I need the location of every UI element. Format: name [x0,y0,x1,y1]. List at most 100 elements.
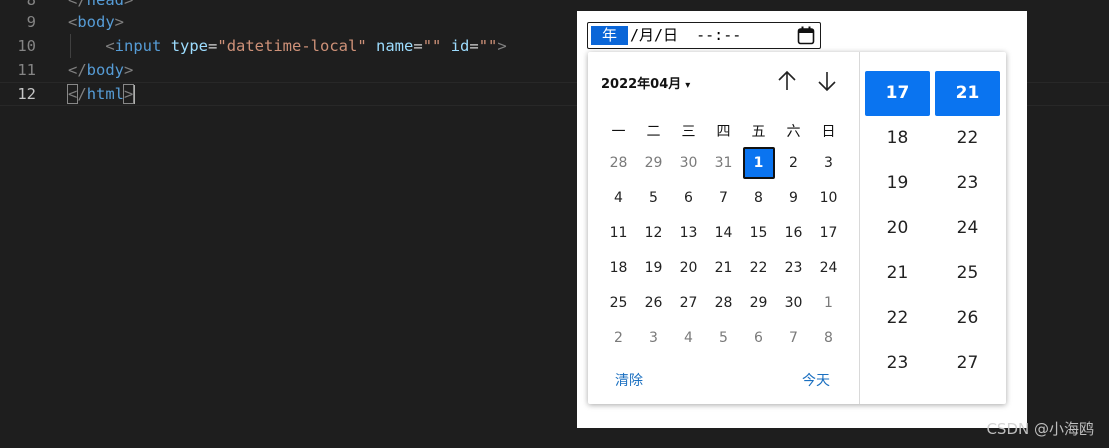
calendar-day[interactable]: 17 [813,217,845,249]
text-cursor [133,85,136,104]
calendar-day[interactable]: 2 [603,322,635,354]
calendar-day[interactable]: 26 [638,287,670,319]
calendar-day[interactable]: 1 [742,147,775,179]
calendar-day[interactable]: 24 [813,252,845,284]
calendar-day[interactable]: 13 [673,217,705,249]
code-text: </html> [66,83,136,105]
code-token: input [114,37,162,55]
calendar-day[interactable]: 10 [813,182,845,214]
calendar-day[interactable]: 15 [743,217,775,249]
year-segment[interactable]: 年 [591,26,628,45]
code-token: / [77,85,87,103]
calendar-day[interactable]: 7 [778,322,810,354]
code-token: < [66,84,79,104]
calendar-day[interactable]: 30 [778,287,810,319]
calendar-day[interactable]: 14 [708,217,740,249]
calendar-day[interactable]: 23 [778,252,810,284]
hour-option[interactable]: 23 [865,341,930,386]
watermark: CSDN @小海鸥 [986,420,1094,438]
calendar-day[interactable]: 11 [603,217,635,249]
next-month-arrow-icon[interactable] [814,68,840,94]
hour-option[interactable]: 18 [865,116,930,161]
weekday-label: 六 [786,124,801,140]
date-picker-popup: 2022年04月 ▾ 一二三四五六日 28 29 30 31 1 2 3 4 5 6 7 8 9 10 11 1… [588,52,1006,404]
code-token: = [469,37,479,55]
hour-option[interactable]: 21 [865,251,930,296]
calendar-day[interactable]: 3 [813,147,845,179]
calendar-day[interactable]: 25 [603,287,635,319]
date-time-segments[interactable]: /月/日 --:-- [630,26,741,45]
code-token: > [122,84,135,104]
calendar-day[interactable]: 12 [638,217,670,249]
clear-button[interactable]: 清除 [615,370,643,390]
line-number: 11 [17,61,36,79]
code-token: > [114,13,125,31]
line-number: 9 [26,13,36,31]
indent-guide [70,34,71,58]
calendar-day[interactable]: 1 [813,287,845,319]
today-button[interactable]: 今天 [802,370,830,390]
code-token: "" [478,37,498,55]
minute-option[interactable]: 26 [935,296,1000,341]
calendar-day[interactable]: 18 [603,252,635,284]
code-token: > [124,61,134,79]
calendar-day[interactable]: 4 [603,182,635,214]
calendar-day[interactable]: 5 [638,182,670,214]
calendar-day[interactable]: 28 [603,147,635,179]
weekday-label: 五 [751,124,766,140]
calendar-day[interactable]: 6 [673,182,705,214]
calendar-day[interactable]: 30 [673,147,705,179]
picker-divider [859,52,860,404]
calendar-day[interactable]: 8 [743,182,775,214]
weekday-label: 一 [611,124,626,140]
line-number: 12 [17,85,36,103]
calendar-day[interactable]: 27 [673,287,705,319]
code-token: > [497,37,507,55]
calendar-day[interactable]: 2 [778,147,810,179]
calendar-day[interactable]: 22 [743,252,775,284]
code-token: </ [68,61,87,79]
previous-month-arrow-icon[interactable] [774,68,800,94]
calendar-icon[interactable] [797,26,815,45]
code-token: head [86,0,124,9]
code-token: < [68,13,78,31]
calendar-day[interactable]: 20 [673,252,705,284]
code-token: = [413,37,423,55]
calendar-day[interactable]: 4 [673,322,705,354]
calendar-day[interactable]: 6 [743,322,775,354]
weekday-label: 日 [821,124,836,140]
calendar-day[interactable]: 19 [638,252,670,284]
month-year-selector[interactable]: 2022年04月 ▾ [601,73,690,92]
calendar-day[interactable]: 8 [813,322,845,354]
calendar-day[interactable]: 16 [778,217,810,249]
minute-option[interactable]: 21 [935,71,1000,116]
minute-option[interactable]: 22 [935,116,1000,161]
calendar-day[interactable]: 31 [708,147,740,179]
code-token: "" [422,37,442,55]
hour-option[interactable]: 22 [865,296,930,341]
calendar-day[interactable]: 9 [778,182,810,214]
hour-option[interactable]: 19 [865,161,930,206]
hour-option[interactable]: 17 [865,71,930,116]
calendar-day[interactable]: 7 [708,182,740,214]
calendar-day[interactable]: 3 [638,322,670,354]
weekday-label: 二 [646,124,661,140]
code-token: name [376,37,414,55]
browser-preview: 年 /月/日 --:-- 2022年04月 ▾ 一二三四五六日 28 29 30 31 1… [577,11,1027,428]
minute-option[interactable]: 27 [935,341,1000,386]
weekday-label: 四 [716,124,731,140]
minute-option[interactable]: 24 [935,206,1000,251]
calendar-day[interactable]: 29 [638,147,670,179]
minute-option[interactable]: 25 [935,251,1000,296]
calendar-day[interactable]: 29 [743,287,775,319]
calendar-day[interactable]: 21 [708,252,740,284]
hour-option[interactable]: 20 [865,206,930,251]
code-token: </ [68,0,87,9]
datetime-input[interactable]: 年 /月/日 --:-- [587,22,821,49]
minute-option[interactable]: 23 [935,161,1000,206]
line-number: 10 [17,37,36,55]
calendar-day[interactable]: 28 [708,287,740,319]
calendar-day[interactable]: 5 [708,322,740,354]
code-token: body [77,13,115,31]
weekday-label: 三 [681,124,696,140]
